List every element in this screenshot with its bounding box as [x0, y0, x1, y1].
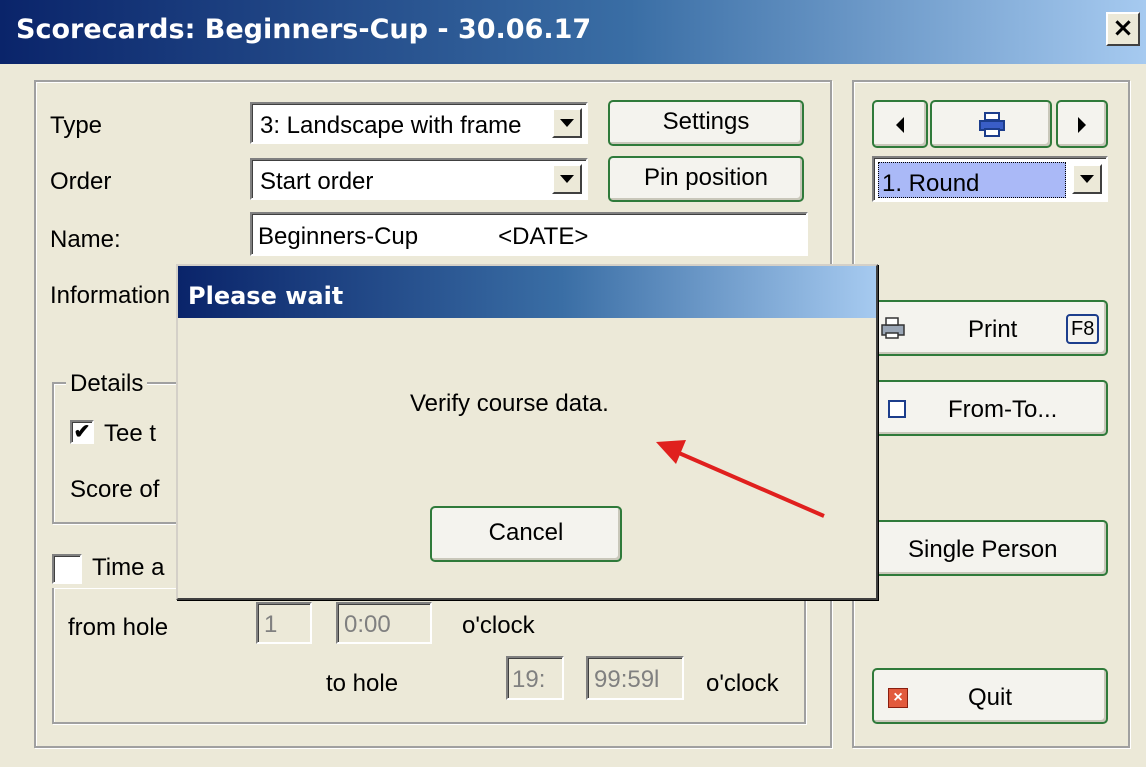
dialog-titlebar: Please wait: [178, 266, 876, 318]
type-value: 3: Landscape with frame: [260, 112, 522, 139]
tee-time-label: Tee t: [104, 420, 157, 447]
next-button[interactable]: [1056, 100, 1108, 148]
annotation-arrow-icon: [656, 440, 825, 518]
from-to-button[interactable]: From-To...: [872, 380, 1108, 436]
from-time-input[interactable]: 0:00: [336, 602, 432, 644]
print-label: Print: [968, 316, 1018, 343]
window-titlebar: Scorecards: Beginners-Cup - 30.06.17 ×: [0, 0, 1146, 64]
oclock-label-2: o'clock: [706, 670, 779, 697]
order-select[interactable]: Start order: [250, 158, 588, 200]
oclock-label-1: o'clock: [462, 612, 535, 639]
to-hole-input[interactable]: 19:: [506, 656, 564, 700]
from-time-value: 0:00: [344, 611, 391, 638]
round-value: 1. Round: [882, 170, 980, 197]
from-hole-input[interactable]: 1: [256, 602, 312, 644]
close-button[interactable]: ×: [1106, 12, 1140, 46]
pin-position-button[interactable]: Pin position: [608, 156, 804, 202]
chevron-down-icon[interactable]: [552, 164, 582, 194]
to-time-input[interactable]: 99:59l: [586, 656, 684, 700]
settings-button[interactable]: Settings: [608, 100, 804, 146]
time-label: Time a: [92, 554, 165, 581]
score-of-label: Score of: [70, 476, 160, 503]
tee-time-checkbox[interactable]: ✔: [70, 420, 94, 444]
from-hole-value: 1: [264, 611, 278, 638]
cancel-button[interactable]: Cancel: [430, 506, 622, 562]
close-icon: ×: [1112, 13, 1134, 43]
to-hole-label: to hole: [326, 670, 399, 697]
quit-label: Quit: [968, 684, 1013, 711]
single-person-label: Single Person: [908, 536, 1058, 563]
information-label: Information: [50, 282, 171, 309]
print-shortcut-badge: F8: [1066, 314, 1100, 344]
printer-preview-button[interactable]: [930, 100, 1052, 148]
time-checkbox[interactable]: [52, 554, 82, 584]
printer-icon: [881, 317, 905, 339]
dialog-message: Verify course data.: [410, 390, 609, 417]
round-select[interactable]: 1. Round: [872, 156, 1108, 202]
prev-button[interactable]: [872, 100, 928, 148]
triangle-left-icon: [896, 117, 904, 133]
from-hole-label: from hole: [68, 614, 169, 641]
order-label: Order: [50, 168, 112, 195]
name-input[interactable]: Beginners-Cup <DATE>: [250, 212, 808, 256]
triangle-right-icon: [1078, 117, 1086, 133]
type-select[interactable]: 3: Landscape with frame: [250, 102, 588, 144]
checkbox-icon: [888, 400, 906, 418]
name-label: Name:: [50, 226, 121, 253]
print-button[interactable]: Print F8: [872, 300, 1108, 356]
dialog-title: Please wait: [188, 282, 344, 310]
window-title: Scorecards: Beginners-Cup - 30.06.17: [16, 14, 592, 45]
name-value: Beginners-Cup <DATE>: [258, 223, 589, 250]
to-time-value: 99:59l: [594, 666, 660, 693]
chevron-down-icon[interactable]: [1072, 164, 1102, 194]
type-label: Type: [50, 112, 103, 139]
quit-button[interactable]: × Quit: [872, 668, 1108, 724]
order-value: Start order: [260, 168, 374, 195]
to-hole-value: 19:: [512, 666, 546, 693]
close-icon: ×: [888, 688, 908, 708]
from-to-label: From-To...: [948, 396, 1058, 423]
printer-icon: [979, 112, 1005, 137]
single-person-button[interactable]: Single Person: [872, 520, 1108, 576]
checkmark-icon: ✔: [73, 421, 91, 443]
details-group-label: Details: [66, 370, 148, 398]
chevron-down-icon[interactable]: [552, 108, 582, 138]
